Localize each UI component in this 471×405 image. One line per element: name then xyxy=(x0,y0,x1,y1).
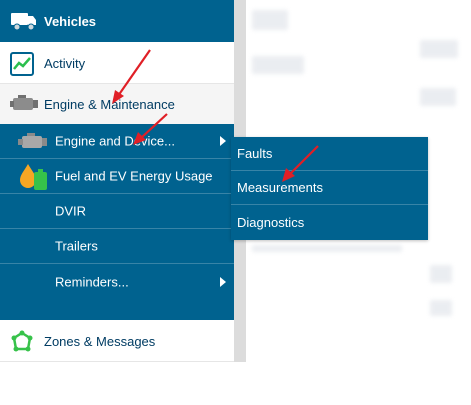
flyout-item-faults[interactable]: Faults xyxy=(231,137,428,171)
engine-icon xyxy=(18,131,48,153)
sidebar-item-activity[interactable]: Activity xyxy=(0,44,234,84)
flyout-item-label: Measurements xyxy=(237,180,323,195)
submenu-item-label: Engine and Device... xyxy=(55,133,175,149)
background-blur-block xyxy=(252,245,402,252)
sidebar-item-engine-maintenance[interactable]: Engine & Maintenance xyxy=(0,84,234,124)
sidebar-item-label: Activity xyxy=(44,56,86,71)
submenu-item-trailers[interactable]: Trailers xyxy=(0,229,234,264)
background-blur-block xyxy=(420,88,456,106)
submenu-item-reminders[interactable]: Reminders... xyxy=(0,264,234,299)
submenu-item-label: DVIR xyxy=(55,203,87,219)
sidebar: Vehicles Activity Engine & Maintenance E… xyxy=(0,0,234,405)
sidebar-item-vehicles[interactable]: Vehicles xyxy=(0,0,234,42)
submenu-item-label: Trailers xyxy=(55,238,98,254)
submenu-item-dvir[interactable]: DVIR xyxy=(0,194,234,229)
flyout-item-label: Faults xyxy=(237,146,273,161)
background-blur-block xyxy=(430,300,452,316)
sidebar-item-label: Engine & Maintenance xyxy=(44,96,175,112)
chevron-right-icon xyxy=(220,276,226,287)
background-blur-block xyxy=(252,56,304,74)
submenu-item-label: Reminders... xyxy=(55,274,129,289)
sidebar-item-zones-messages[interactable]: Zones & Messages xyxy=(0,322,234,362)
background-blur-block xyxy=(430,265,452,283)
background-blur-block xyxy=(252,10,288,30)
chevron-right-icon xyxy=(220,136,226,146)
sidebar-item-label: Zones & Messages xyxy=(44,334,156,349)
truck-icon xyxy=(10,10,38,32)
zones-polygon-icon xyxy=(10,330,34,354)
background-blur-block xyxy=(420,40,458,58)
submenu-item-engine-and-device[interactable]: Engine and Device... xyxy=(0,124,234,159)
activity-chart-icon xyxy=(10,51,34,76)
fuel-drop-battery-icon xyxy=(18,162,52,192)
engine-device-flyout-menu: Faults Measurements Diagnostics xyxy=(231,137,428,240)
flyout-item-measurements[interactable]: Measurements xyxy=(231,171,428,205)
flyout-item-label: Diagnostics xyxy=(237,214,305,230)
submenu-item-label: Fuel and EV Energy Usage xyxy=(55,168,213,184)
submenu-item-fuel-ev-energy[interactable]: Fuel and EV Energy Usage xyxy=(0,159,234,194)
flyout-item-diagnostics[interactable]: Diagnostics xyxy=(231,205,428,239)
sidebar-item-label: Vehicles xyxy=(44,13,97,29)
engine-icon xyxy=(10,94,38,114)
engine-maintenance-submenu: Engine and Device... Fuel and EV Energy … xyxy=(0,124,234,320)
